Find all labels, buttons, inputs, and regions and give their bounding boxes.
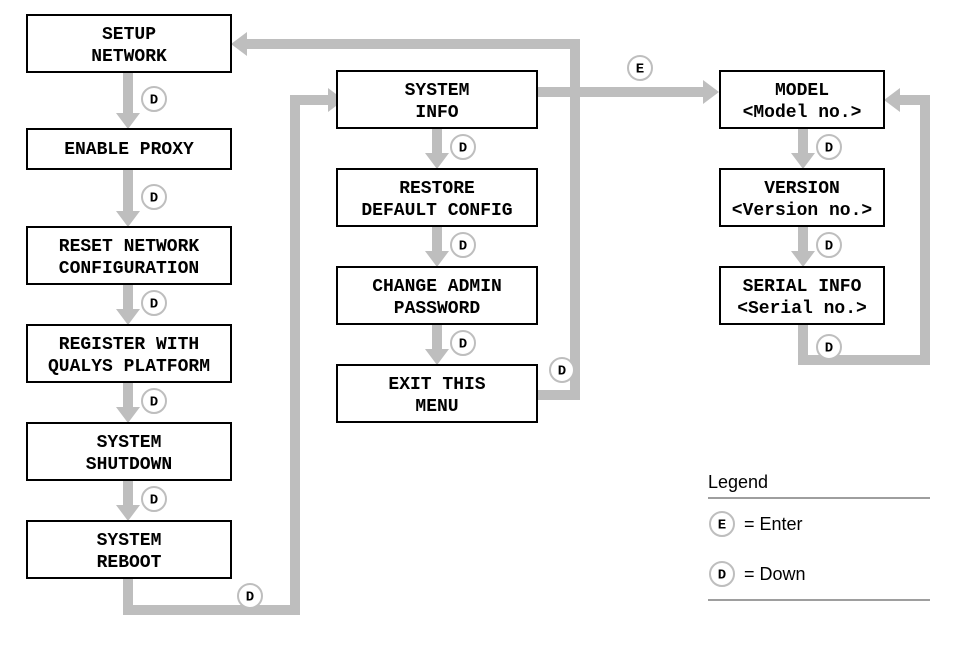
badge-d: D xyxy=(142,487,166,511)
label: REGISTER WITH xyxy=(59,335,199,355)
svg-text:D: D xyxy=(718,568,726,584)
node-version: VERSION <Version no.> xyxy=(720,169,884,226)
svg-text:E: E xyxy=(636,62,644,78)
svg-text:D: D xyxy=(150,395,158,411)
node-model: MODEL <Model no.> xyxy=(720,71,884,128)
label: SERIAL INFO xyxy=(743,277,862,297)
svg-text:E: E xyxy=(718,518,726,534)
diagram: SETUP NETWORK ENABLE PROXY RESET NETWORK… xyxy=(0,0,960,664)
label: <Model no.> xyxy=(743,103,862,123)
badge-e: E xyxy=(628,56,652,80)
node-serial-info: SERIAL INFO <Serial no.> xyxy=(720,267,884,324)
label: REBOOT xyxy=(97,553,162,573)
label: SHUTDOWN xyxy=(86,455,172,475)
svg-text:D: D xyxy=(150,493,158,509)
node-exit-menu: EXIT THIS MENU xyxy=(337,365,537,422)
badge-d: D xyxy=(451,331,475,355)
legend-enter-text: = Enter xyxy=(744,514,803,534)
label: RESTORE xyxy=(399,179,475,199)
node-shutdown: SYSTEM SHUTDOWN xyxy=(27,423,231,480)
label: EXIT THIS xyxy=(388,375,485,395)
legend-down: D = Down xyxy=(710,562,806,586)
legend-down-text: = Down xyxy=(744,564,806,584)
label: CONFIGURATION xyxy=(59,259,199,279)
svg-text:D: D xyxy=(459,141,467,157)
svg-text:D: D xyxy=(825,141,833,157)
label: CHANGE ADMIN xyxy=(372,277,502,297)
badge-d: D xyxy=(817,335,841,359)
legend-title: Legend xyxy=(708,472,768,492)
badge-d: D xyxy=(238,584,262,608)
badge-d: D xyxy=(817,233,841,257)
label: ENABLE PROXY xyxy=(64,140,194,160)
node-setup-network: SETUP NETWORK xyxy=(27,15,231,72)
node-system-info: SYSTEM INFO xyxy=(337,71,537,128)
badge-d: D xyxy=(451,233,475,257)
label: <Version no.> xyxy=(732,201,872,221)
badge-d: D xyxy=(451,135,475,159)
node-restore-default: RESTORE DEFAULT CONFIG xyxy=(337,169,537,226)
badge-d: D xyxy=(550,358,574,382)
svg-text:D: D xyxy=(150,93,158,109)
label: DEFAULT CONFIG xyxy=(361,201,512,221)
badge-d: D xyxy=(142,389,166,413)
label: SYSTEM xyxy=(97,433,162,453)
label: SYSTEM xyxy=(97,531,162,551)
label: PASSWORD xyxy=(394,299,481,319)
svg-text:D: D xyxy=(825,239,833,255)
label: SETUP xyxy=(102,25,156,45)
svg-text:D: D xyxy=(825,341,833,357)
label: MODEL xyxy=(775,81,829,101)
svg-text:D: D xyxy=(459,337,467,353)
label: VERSION xyxy=(764,179,840,199)
label: SYSTEM xyxy=(405,81,470,101)
label: QUALYS PLATFORM xyxy=(48,357,210,377)
legend: Legend E = Enter D = Down xyxy=(708,472,930,600)
node-reboot: SYSTEM REBOOT xyxy=(27,521,231,578)
node-reset-network: RESET NETWORK CONFIGURATION xyxy=(27,227,231,284)
badge-d: D xyxy=(142,291,166,315)
label: INFO xyxy=(415,103,458,123)
label: NETWORK xyxy=(91,47,167,67)
svg-text:D: D xyxy=(558,364,566,380)
label: RESET NETWORK xyxy=(59,237,200,257)
svg-text:D: D xyxy=(246,590,254,606)
label: MENU xyxy=(415,397,458,417)
badge-d: D xyxy=(817,135,841,159)
badge-d: D xyxy=(142,87,166,111)
legend-enter: E = Enter xyxy=(710,512,803,536)
svg-text:D: D xyxy=(150,297,158,313)
svg-text:D: D xyxy=(150,191,158,207)
badge-d: D xyxy=(142,185,166,209)
node-enable-proxy: ENABLE PROXY xyxy=(27,129,231,169)
node-change-password: CHANGE ADMIN PASSWORD xyxy=(337,267,537,324)
node-register: REGISTER WITH QUALYS PLATFORM xyxy=(27,325,231,382)
svg-text:D: D xyxy=(459,239,467,255)
label: <Serial no.> xyxy=(737,299,867,319)
